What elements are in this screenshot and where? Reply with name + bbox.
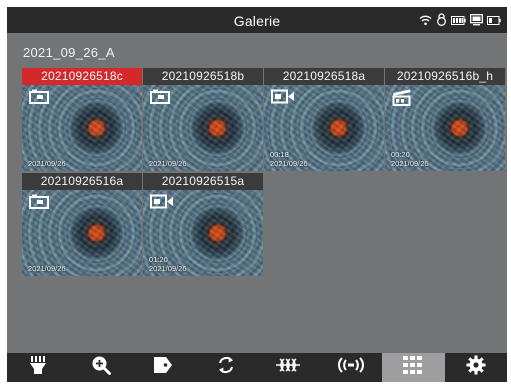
battery-small-icon	[487, 13, 501, 31]
tile-date: 2021/09/26	[28, 159, 66, 168]
thumbnail-image[interactable]: 01:20 2021/09/26	[143, 190, 263, 276]
status-bar: Galerie	[7, 7, 507, 33]
thumbnail-image[interactable]: 2021/09/26	[22, 85, 142, 171]
tile-date: 2021/09/26	[28, 264, 66, 273]
tag-button[interactable]	[132, 353, 195, 382]
tile-date: 2021/09/26	[270, 159, 308, 168]
light-button[interactable]	[7, 353, 70, 382]
thumbnail-tile[interactable]: 20210926518a 00:18 2021/09/26	[264, 68, 384, 171]
zoom-in-icon	[91, 355, 111, 380]
thumbnail-tile[interactable]: 20210926516a 2021/09/26	[22, 173, 142, 276]
thumbnail-image[interactable]: 00:20 2021/09/26	[385, 85, 505, 171]
settings-icon	[466, 355, 486, 380]
tile-label: 20210926516a	[22, 173, 142, 190]
camera-icon	[29, 89, 49, 109]
video-camera-icon	[271, 89, 295, 109]
grid-view-button[interactable]	[382, 353, 445, 382]
camera-icon	[150, 89, 170, 109]
thumbnail-tile[interactable]: 20210926518b 2021/09/26	[143, 68, 263, 171]
thumbnail-tile[interactable]: 20210926518c 2021/09/26	[22, 68, 142, 171]
wifi-icon	[419, 13, 432, 31]
grid-icon	[402, 355, 424, 380]
rotate-icon	[216, 355, 236, 380]
tile-duration: 00:18	[270, 150, 289, 159]
tile-date: 2021/09/26	[391, 159, 429, 168]
filter-icon	[275, 357, 301, 378]
tag-icon	[153, 356, 173, 379]
tile-label: 20210926518b	[143, 68, 263, 85]
bottom-toolbar	[7, 353, 507, 382]
tile-label: 20210926518a	[264, 68, 384, 85]
tile-label: 20210926516b_h	[385, 68, 505, 85]
tile-date: 2021/09/26	[149, 159, 187, 168]
folder-name: 2021_09_26_A	[23, 45, 115, 60]
thumbnail-image[interactable]: 00:18 2021/09/26	[264, 85, 384, 171]
stream-button[interactable]	[320, 353, 383, 382]
zoom-button[interactable]	[70, 353, 133, 382]
camera-icon	[29, 194, 49, 214]
video-camera-icon	[150, 194, 174, 214]
light-icon	[28, 355, 48, 380]
rotate-button[interactable]	[195, 353, 258, 382]
thumbnail-tile[interactable]: 20210926516b_h 00:20 2021/09/26	[385, 68, 505, 171]
tile-date: 2021/09/26	[149, 264, 187, 273]
lock-icon	[436, 13, 447, 31]
gallery-screen: Galerie 2021_09_26_A 20210926518c 2021/0…	[7, 7, 507, 382]
status-icons	[419, 13, 501, 31]
monitor-icon	[470, 13, 483, 31]
stream-icon	[337, 356, 364, 379]
filter-button[interactable]	[257, 353, 320, 382]
tile-duration: 01:20	[149, 255, 168, 264]
thumbnail-tile[interactable]: 20210926515a 01:20 2021/09/26	[143, 173, 263, 276]
tile-label: 20210926518c	[22, 68, 142, 85]
settings-button[interactable]	[445, 353, 508, 382]
thumbnail-image[interactable]: 2021/09/26	[143, 85, 263, 171]
tile-label: 20210926515a	[143, 173, 263, 190]
battery-icon	[451, 13, 466, 31]
thumbnail-image[interactable]: 2021/09/26	[22, 190, 142, 276]
tile-duration: 00:20	[391, 150, 410, 159]
clapperboard-icon	[392, 89, 412, 111]
